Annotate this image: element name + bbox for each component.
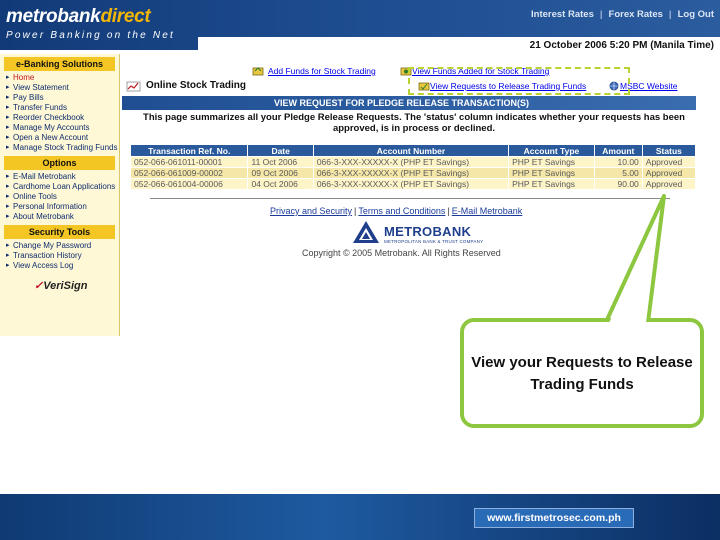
callout-pointer-cover [609, 213, 659, 323]
firstmetrosec-url-badge: www.firstmetrosec.com.ph [474, 508, 634, 528]
